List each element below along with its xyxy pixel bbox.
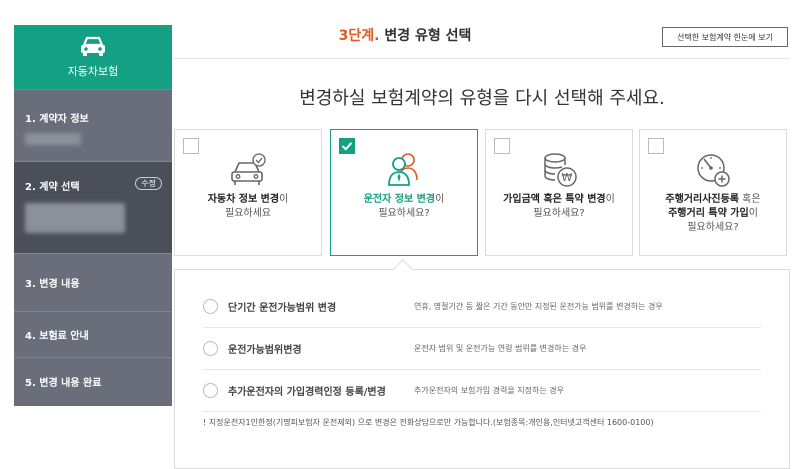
- radio-option-driving-range[interactable]: 운전가능범위변경 운전자 범위 및 운전가능 연령 범위를 변경하는 경우: [203, 328, 761, 370]
- sidebar-item-contractor[interactable]: 1. 계약자 정보: [14, 89, 172, 161]
- sidebar-item-contract-select[interactable]: 2. 계약 선택 수정: [14, 161, 172, 253]
- car-check-icon: [231, 153, 266, 185]
- check-icon: [341, 142, 353, 151]
- checkbox-checked[interactable]: [339, 138, 355, 154]
- option-label: 운전가능범위변경: [228, 345, 302, 356]
- sidebar-item-label: 3. 변경 내용: [25, 279, 80, 290]
- car-icon: [81, 36, 105, 56]
- option-label: 추가운전자의 가입경력인정 등록/변경: [228, 387, 386, 398]
- sidebar-item-premium[interactable]: 4. 보험료 안내: [14, 311, 172, 357]
- sidebar-item-label: 1. 계약자 정보: [25, 114, 89, 125]
- radio-button[interactable]: [203, 383, 218, 398]
- option-description: 추가운전자의 보험가입 경력을 지정하는 경우: [414, 386, 565, 395]
- svg-text:₩: ₩: [562, 171, 573, 184]
- blurred-contract-info: [25, 203, 125, 233]
- driver-people-icon: [388, 153, 418, 186]
- sidebar-header: 자동차보험: [14, 25, 172, 89]
- question-heading: 변경하실 보험계약의 유형을 다시 선택해 주세요.: [299, 88, 665, 109]
- step-sidebar: 자동차보험 1. 계약자 정보 2. 계약 선택 수정 3. 변경 내용 4. …: [14, 25, 172, 406]
- option-label: 단기간 운전가능범위 변경: [228, 303, 337, 314]
- sub-option-panel: 단기간 운전가능범위 변경 연휴, 명절기간 등 짧은 기간 동안만 지정된 운…: [174, 269, 790, 469]
- odometer-add-icon: [697, 154, 730, 187]
- notice-text: ! 지정운전자1인한정(기명피보험자 운전제외) 으로 변경은 전화상담으로만 …: [203, 418, 654, 427]
- edit-button[interactable]: 수정: [135, 177, 162, 190]
- step-number: 3단계.: [338, 28, 380, 44]
- coin-stack-icon: ₩: [544, 153, 577, 187]
- view-summary-button[interactable]: 선택한 보험계약 한눈에 보기: [662, 27, 788, 47]
- sidebar-header-label: 자동차보험: [67, 65, 119, 78]
- radio-option-additional-driver[interactable]: 추가운전자의 가입경력인정 등록/변경 추가운전자의 보험가입 경력을 지정하는…: [203, 370, 761, 412]
- option-text: 자동차 정보 변경이 필요하세요: [207, 194, 289, 219]
- sidebar-item-change-content[interactable]: 3. 변경 내용: [14, 253, 172, 311]
- option-description: 운전자 범위 및 운전가능 연령 범위를 변경하는 경우: [414, 344, 587, 353]
- header-divider: [174, 58, 790, 59]
- option-card-driver-info[interactable]: 운전자 정보 변경이 필요하세요?: [330, 129, 478, 256]
- option-text: 주행거리사진등록 혹은 주행거리 특약 가입이 필요하세요?: [665, 194, 761, 233]
- radio-button[interactable]: [203, 341, 218, 356]
- blurred-contractor-name: [25, 133, 81, 145]
- radio-option-short-term[interactable]: 단기간 운전가능범위 변경 연휴, 명절기간 등 짧은 기간 동안만 지정된 운…: [203, 286, 761, 328]
- option-text: 운전자 정보 변경이 필요하세요?: [363, 194, 445, 219]
- radio-button[interactable]: [203, 299, 218, 314]
- checkbox[interactable]: [183, 138, 199, 154]
- option-description: 연휴, 명절기간 등 짧은 기간 동안만 지정된 운전가능 범위를 변경하는 경…: [414, 302, 663, 311]
- checkbox[interactable]: [494, 138, 510, 154]
- sidebar-item-complete[interactable]: 5. 변경 내용 완료: [14, 357, 172, 405]
- step-title: 변경 유형 선택: [384, 28, 472, 44]
- option-text: 가입금액 혹은 특약 변경이 필요하세요?: [503, 194, 615, 219]
- option-card-amount-rider[interactable]: ₩ 가입금액 혹은 특약 변경이 필요하세요?: [485, 129, 633, 256]
- option-card-car-info[interactable]: 자동차 정보 변경이 필요하세요: [174, 129, 322, 256]
- option-card-mileage[interactable]: 주행거리사진등록 혹은 주행거리 특약 가입이 필요하세요?: [639, 129, 787, 256]
- sidebar-item-label: 5. 변경 내용 완료: [25, 378, 102, 389]
- page-title: 3단계. 변경 유형 선택: [174, 25, 636, 45]
- sidebar-item-label: 4. 보험료 안내: [25, 331, 89, 342]
- checkbox[interactable]: [648, 138, 664, 154]
